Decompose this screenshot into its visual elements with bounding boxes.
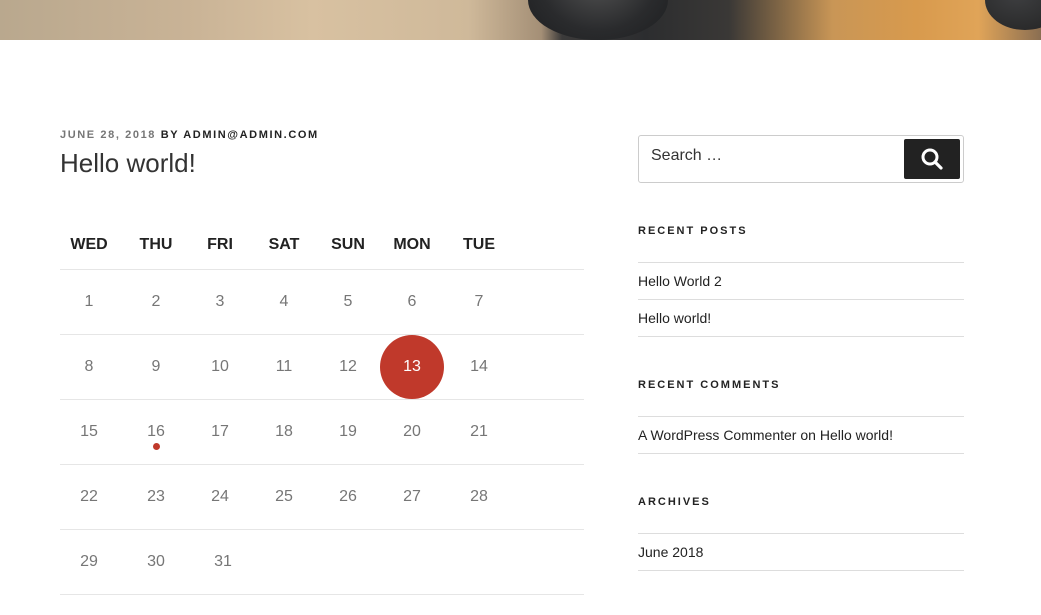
calendar-week: 1 2 3 4 5 6 7 [60,270,584,335]
post-author[interactable]: ADMIN@ADMIN.COM [183,129,319,141]
recent-comment: A WordPress Commenter on Hello world! [638,416,964,454]
comment-on-label: on [800,427,816,443]
weekday-label: SAT [268,236,300,253]
recent-post-link[interactable]: Hello world! [638,299,964,337]
calendar-weekday-header: WED THU FRI SAT SUN MON TUE [60,230,584,270]
calendar-day[interactable]: 24 [188,465,252,529]
calendar-week: 15 16 17 18 19 20 21 [60,400,584,465]
weekday-label: TUE [463,236,495,253]
header-image-object-right [985,0,1041,30]
calendar-day[interactable]: 26 [316,465,380,529]
calendar-week: 8 9 10 11 12 13 14 [60,335,584,400]
calendar-day[interactable]: 15 [57,400,121,464]
calendar-day[interactable]: 11 [252,335,316,399]
archives-list: June 2018 [638,533,964,571]
calendar-day[interactable]: 25 [252,465,316,529]
search-button[interactable] [904,139,960,179]
calendar-day[interactable]: 30 [124,530,188,594]
recent-comments-title: RECENT COMMENTS [638,379,781,391]
weekday-label: THU [139,236,173,253]
calendar-day[interactable]: 4 [252,270,316,334]
archive-link[interactable]: June 2018 [638,533,964,571]
event-dot-icon [152,443,160,450]
calendar-day[interactable]: 2 [124,270,188,334]
weekday-label: MON [393,236,431,253]
calendar-day[interactable]: 17 [188,400,252,464]
entry-meta: JUNE 28, 2018 BY ADMIN@ADMIN.COM [60,129,319,141]
calendar-week: 29 30 31 [60,530,584,595]
calendar-week: 22 23 24 25 26 27 28 [60,465,584,530]
comment-post-link[interactable]: Hello world! [820,427,893,443]
weekday-label: FRI [207,236,233,253]
search-input[interactable]: Search … [651,147,722,165]
calendar-day[interactable]: 21 [447,400,511,464]
calendar-day[interactable]: 19 [316,400,380,464]
calendar-day[interactable]: 27 [380,465,444,529]
calendar-day[interactable]: 28 [447,465,511,529]
header-image-object [528,0,668,40]
recent-post-link[interactable]: Hello World 2 [638,262,964,299]
archives-title: ARCHIVES [638,496,711,508]
calendar-day[interactable]: 18 [252,400,316,464]
recent-posts-list: Hello World 2 Hello world! [638,262,964,337]
recent-comments-list: A WordPress Commenter on Hello world! [638,416,964,454]
calendar-day[interactable]: 5 [316,270,380,334]
calendar-day[interactable]: 20 [380,400,444,464]
calendar-day[interactable]: 6 [380,270,444,334]
calendar-day[interactable]: 14 [447,335,511,399]
weekday-label: WED [70,236,108,253]
calendar-day[interactable]: 8 [57,335,121,399]
calendar-day[interactable]: 10 [188,335,252,399]
calendar-day-selected[interactable]: 13 [380,335,444,399]
weekday-label: SUN [331,236,365,253]
search-form: Search … [638,135,964,183]
calendar-day-with-event[interactable]: 16 [124,400,188,464]
header-image [0,0,1041,40]
calendar-day[interactable]: 29 [57,530,121,594]
calendar-day[interactable]: 12 [316,335,380,399]
calendar-day-number: 16 [147,423,165,440]
post-title[interactable]: Hello world! [60,148,196,179]
post-date[interactable]: JUNE 28, 2018 [60,129,156,141]
calendar-day[interactable]: 9 [124,335,188,399]
search-icon [921,148,943,170]
calendar-day[interactable]: 23 [124,465,188,529]
calendar-day[interactable]: 7 [447,270,511,334]
byline-label: BY [160,129,179,141]
comment-author-link[interactable]: A WordPress Commenter [638,427,796,443]
sidebar: Search … RECENT POSTS Hello World 2 Hell… [638,135,964,571]
calendar-day[interactable]: 22 [57,465,121,529]
recent-posts-title: RECENT POSTS [638,225,748,237]
calendar-day[interactable]: 1 [57,270,121,334]
calendar-day[interactable]: 3 [188,270,252,334]
calendar-day[interactable]: 31 [191,530,255,594]
calendar: WED THU FRI SAT SUN MON TUE 1 2 3 4 5 6 … [60,230,584,595]
